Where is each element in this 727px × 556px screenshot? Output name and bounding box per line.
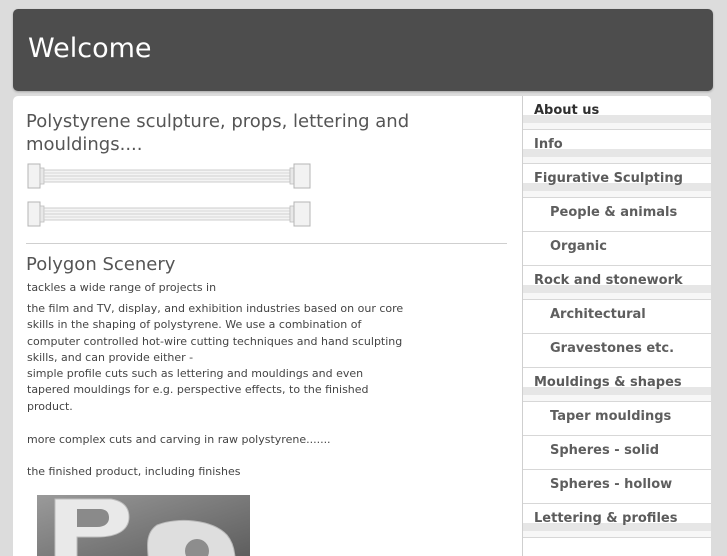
simple-cuts-paragraph: simple profile cuts such as lettering an… — [27, 367, 369, 413]
nav-item-organic[interactable]: Organic — [523, 232, 711, 266]
nav-item-label: Spheres - hollow — [550, 477, 673, 492]
nav-item-label: Organic — [550, 239, 607, 254]
intro-paragraph: the film and TV, display, and exhibition… — [27, 302, 404, 365]
nav-item-label: Lettering & profiles — [534, 511, 678, 526]
site-header: Welcome — [13, 9, 713, 91]
nav-item-gravestones[interactable]: Gravestones etc. — [523, 334, 711, 368]
column-moulding-image — [26, 200, 312, 228]
nav-item-label: Mouldings & shapes — [534, 375, 682, 390]
lettering-photo — [37, 495, 250, 556]
nav-item-figurative-sculpting[interactable]: Figurative Sculpting — [523, 164, 711, 198]
nav-item-people-animals[interactable]: People & animals — [523, 198, 711, 232]
nav-item-label: People & animals — [550, 205, 678, 220]
nav-item-label: Taper mouldings — [550, 409, 672, 424]
complex-cuts-paragraph: more complex cuts and carving in raw pol… — [27, 433, 331, 446]
nav-item-label: Figurative Sculpting — [534, 171, 683, 186]
nav-item-rock-stonework[interactable]: Rock and stonework — [523, 266, 711, 300]
intro-title: Polystyrene sculpture, props, lettering … — [26, 111, 410, 155]
finished-product-paragraph: the finished product, including finishes — [27, 465, 241, 478]
nav-item-label: Gravestones etc. — [550, 341, 675, 356]
section-divider — [26, 243, 507, 244]
nav-item-label: Info — [534, 137, 563, 152]
site-title: Welcome — [28, 33, 152, 64]
column-moulding-image — [26, 162, 312, 190]
nav-item-label: Rock and stonework — [534, 273, 683, 288]
nav-item-spheres-hollow[interactable]: Spheres - hollow — [523, 470, 711, 504]
nav-item-label: Spheres - solid — [550, 443, 660, 458]
sidebar-nav: About us Info Figurative Sculpting Peopl… — [522, 96, 711, 556]
section-title: Polygon Scenery — [26, 254, 176, 275]
nav-item-taper-mouldings[interactable]: Taper mouldings — [523, 402, 711, 436]
nav-item-mouldings-shapes[interactable]: Mouldings & shapes — [523, 368, 711, 402]
nav-item-lettering-profiles[interactable]: Lettering & profiles — [523, 504, 711, 538]
tagline-text: tackles a wide range of projects in — [27, 281, 217, 294]
nav-item-info[interactable]: Info — [523, 130, 711, 164]
nav-item-spheres-solid[interactable]: Spheres - solid — [523, 436, 711, 470]
nav-item-label: About us — [534, 103, 600, 118]
content-panel: Polystyrene sculpture, props, lettering … — [13, 96, 711, 556]
nav-item-label: Architectural — [550, 307, 646, 322]
nav-item-about-us[interactable]: About us — [523, 96, 711, 130]
nav-item-architectural[interactable]: Architectural — [523, 300, 711, 334]
